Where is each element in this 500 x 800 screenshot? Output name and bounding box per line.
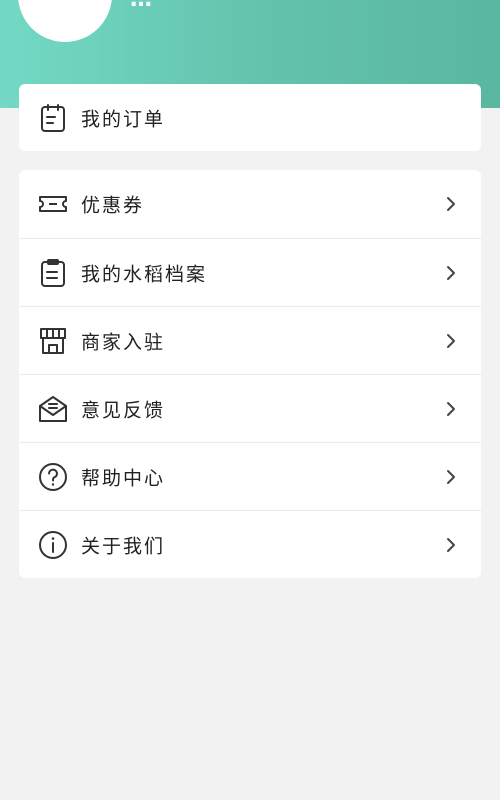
order-clipboard-icon	[37, 102, 69, 134]
product-bottle-icon	[18, 0, 112, 42]
menu-item-label: 商家入驻	[81, 331, 166, 353]
menu-item-merchant-join[interactable]: 商家入驻	[19, 306, 481, 374]
my-orders-item[interactable]: 我的订单	[19, 84, 481, 151]
chevron-right-icon	[447, 197, 455, 211]
avatar[interactable]	[18, 0, 112, 42]
menu-item-help-center[interactable]: 帮助中心	[19, 442, 481, 510]
feedback-envelope-icon	[37, 393, 69, 425]
menu-item-about-us[interactable]: 关于我们	[19, 510, 481, 578]
storefront-icon	[37, 325, 69, 357]
menu-item-label: 关于我们	[81, 535, 166, 557]
orders-card: 我的订单	[19, 84, 481, 151]
archive-clipboard-icon	[37, 257, 69, 289]
menu-item-label: 意见反馈	[81, 399, 166, 421]
username: …	[130, 0, 152, 11]
my-orders-label: 我的订单	[81, 108, 166, 130]
menu-item-label: 我的水稻档案	[81, 263, 208, 285]
menu-card: 优惠券 我的水稻档案 商家入驻 意见反馈 帮助中心 关于我们	[19, 170, 481, 578]
menu-item-rice-archive[interactable]: 我的水稻档案	[19, 238, 481, 306]
chevron-right-icon	[447, 333, 455, 348]
chevron-right-icon	[447, 469, 455, 484]
menu-item-coupons[interactable]: 优惠券	[19, 170, 481, 238]
help-question-icon	[37, 461, 69, 493]
menu-item-label: 帮助中心	[81, 467, 166, 489]
menu-item-feedback[interactable]: 意见反馈	[19, 374, 481, 442]
menu-item-label: 优惠券	[81, 194, 145, 217]
chevron-right-icon	[447, 401, 455, 416]
info-icon	[37, 529, 69, 561]
chevron-right-icon	[447, 265, 455, 280]
chevron-right-icon	[447, 537, 455, 552]
coupon-icon	[37, 188, 69, 220]
